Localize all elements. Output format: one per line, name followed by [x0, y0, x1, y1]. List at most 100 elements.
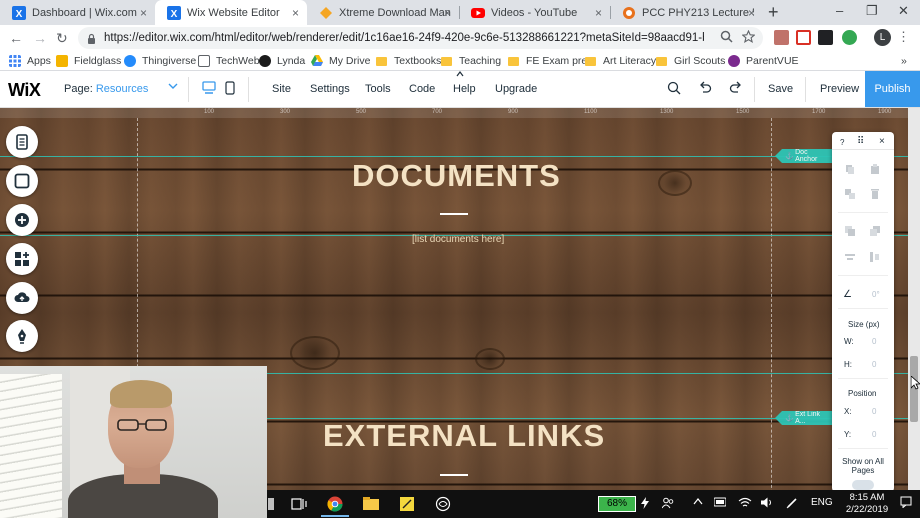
device-icon[interactable] [714, 497, 726, 507]
search-icon[interactable] [720, 30, 733, 43]
bookmark-parentvue[interactable]: ParentVUE [728, 53, 799, 69]
media-upload-button[interactable] [6, 282, 38, 314]
height-input[interactable]: 0 [872, 360, 876, 369]
pen-workspace-icon[interactable] [786, 497, 798, 509]
tab-youtube[interactable]: Videos - YouTube × [459, 0, 610, 25]
add-elements-button[interactable] [6, 204, 38, 236]
help-icon[interactable]: ? [840, 138, 844, 147]
chrome-menu-icon[interactable]: ⋮ [897, 30, 910, 45]
bookmark-fe-exam-prep[interactable]: FE Exam prep [508, 53, 593, 69]
heading-underline[interactable] [440, 213, 468, 215]
close-icon[interactable]: × [595, 6, 602, 20]
distribute-icon[interactable] [870, 252, 880, 262]
wifi-icon[interactable] [738, 497, 752, 508]
y-input[interactable]: 0 [872, 430, 876, 439]
system-clock[interactable]: 8:15 AM 2/22/2019 [844, 492, 890, 516]
publish-button[interactable]: Publish [865, 71, 920, 107]
close-icon[interactable]: × [292, 6, 299, 20]
battery-indicator[interactable]: 68% [598, 496, 636, 512]
angle-value[interactable]: 0° [872, 290, 880, 299]
menu-code[interactable]: Code [409, 83, 435, 95]
bookmark-lynda[interactable]: Lynda [259, 53, 305, 69]
sticky-notes-icon[interactable] [399, 496, 415, 512]
chrome-taskbar-icon[interactable] [327, 496, 343, 512]
bring-forward-icon[interactable] [870, 226, 880, 236]
bookmark-fieldglass[interactable]: Fieldglass [56, 53, 121, 69]
volume-icon[interactable] [761, 497, 774, 508]
heading-underline[interactable] [440, 474, 468, 476]
chevron-down-icon[interactable] [168, 81, 178, 91]
bookmark-thingiverse[interactable]: Thingiverse [124, 53, 196, 69]
tab-pcc-lecture[interactable]: PCC PHY213 Lecture 5 Wint × [610, 0, 763, 25]
bookmark-teaching[interactable]: Teaching [441, 53, 501, 69]
background-button[interactable] [6, 165, 38, 197]
window-close-button[interactable]: ✕ [898, 3, 909, 19]
menu-upgrade[interactable]: Upgrade [495, 83, 537, 95]
pages-menu-button[interactable] [6, 126, 38, 158]
blog-button[interactable] [6, 320, 38, 352]
desktop-view-icon[interactable] [202, 81, 216, 95]
drag-handle-icon[interactable]: ⠿ [857, 136, 864, 147]
back-button[interactable]: ← [9, 30, 23, 46]
align-icon[interactable] [845, 252, 855, 262]
preview-button[interactable]: Preview [820, 83, 859, 95]
zoom-icon[interactable] [667, 81, 681, 95]
menu-help[interactable]: Help [453, 83, 476, 95]
screen-recorder-icon[interactable] [435, 496, 451, 512]
charging-icon[interactable] [641, 497, 649, 509]
extension-icon[interactable] [842, 30, 857, 45]
scrollbar-track[interactable] [908, 108, 920, 518]
notifications-icon[interactable] [900, 496, 912, 508]
chevron-up-icon[interactable] [456, 71, 464, 77]
doc-anchor-tag[interactable]: ⚓ Doc Anchor [775, 149, 833, 163]
bookmark-textbooks[interactable]: Textbooks [376, 53, 441, 69]
width-input[interactable]: 0 [872, 337, 876, 346]
profile-avatar[interactable]: L [874, 29, 891, 46]
extension-icon[interactable] [818, 30, 833, 45]
add-apps-button[interactable] [6, 243, 38, 275]
close-icon[interactable]: × [444, 6, 451, 20]
app-icon[interactable] [263, 496, 279, 512]
menu-site[interactable]: Site [272, 83, 291, 95]
restore-button[interactable]: ❐ [866, 3, 878, 19]
extension-icon[interactable] [774, 30, 789, 45]
mobile-view-icon[interactable] [225, 81, 235, 95]
ext-link-anchor-tag[interactable]: ⚓ Ext Link A... [775, 411, 833, 425]
bookmark-my-drive[interactable]: My Drive [311, 53, 370, 69]
new-tab-button[interactable]: + [768, 2, 779, 23]
bookmark-star-icon[interactable] [742, 30, 755, 43]
people-icon[interactable] [662, 497, 674, 509]
redo-icon[interactable] [729, 81, 743, 95]
bookmark-techweb[interactable]: TechWeb [198, 53, 260, 69]
close-icon[interactable]: × [748, 6, 755, 20]
documents-placeholder-text[interactable]: [list documents here] [412, 234, 504, 245]
reload-button[interactable]: ↻ [56, 30, 68, 47]
task-view-icon[interactable] [291, 496, 307, 512]
paste-icon[interactable] [870, 164, 880, 174]
x-input[interactable]: 0 [872, 407, 876, 416]
minimize-button[interactable]: – [836, 3, 843, 18]
trash-icon[interactable] [870, 189, 880, 199]
undo-icon[interactable] [698, 81, 712, 95]
arrange-icon[interactable] [845, 226, 855, 236]
menu-settings[interactable]: Settings [310, 83, 350, 95]
documents-heading[interactable]: DOCUMENTS [352, 158, 561, 194]
tab-wix-dashboard[interactable]: X Dashboard | Wix.com × [0, 0, 155, 25]
chevron-up-icon[interactable] [693, 497, 703, 505]
duplicate-icon[interactable] [845, 189, 855, 199]
tab-wix-editor[interactable]: X Wix Website Editor × [155, 0, 307, 25]
page-selector[interactable]: Page: Resources [64, 83, 148, 95]
show-all-pages-toggle[interactable] [852, 480, 874, 490]
save-button[interactable]: Save [768, 83, 793, 95]
extension-icon[interactable] [796, 30, 811, 45]
external-links-heading[interactable]: EXTERNAL LINKS [323, 418, 605, 454]
bookmark-art-literacy[interactable]: Art Literacy [585, 53, 656, 69]
copy-icon[interactable] [845, 164, 855, 174]
more-bookmarks-button[interactable]: » [901, 53, 907, 69]
language-indicator[interactable]: ENG [811, 497, 833, 508]
file-explorer-icon[interactable] [363, 496, 379, 512]
close-icon[interactable]: × [879, 136, 885, 147]
address-bar[interactable]: https://editor.wix.com/html/editor/web/r… [78, 27, 763, 49]
tab-xtreme-download[interactable]: Xtreme Download Manager × [307, 0, 459, 25]
bookmark-apps[interactable]: Apps [9, 53, 51, 69]
